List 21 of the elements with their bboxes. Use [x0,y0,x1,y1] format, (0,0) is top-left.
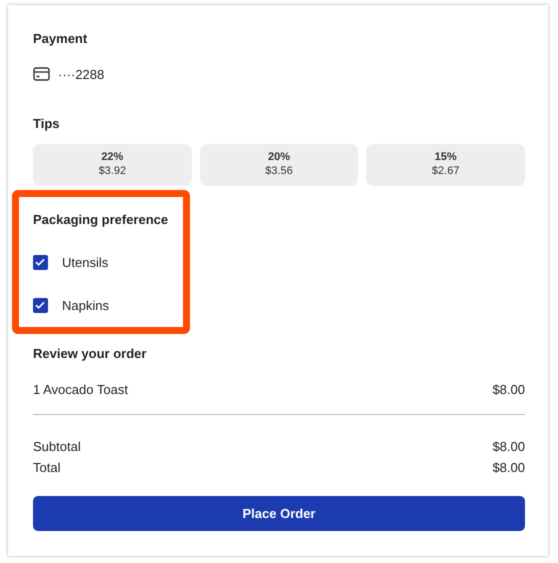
section-title: Review your order [33,345,148,363]
tip-button[interactable]: 22% $3.92 [33,144,192,186]
tip-button[interactable]: 20% $3.56 [200,144,358,186]
checkmark-icon [34,256,46,268]
checkbox-label: Utensils [62,254,108,272]
total-value: $8.00 [492,438,525,456]
section-title: Packaging preference [33,210,169,229]
checkbox-label: Napkins [62,296,109,315]
total-value: $8.00 [492,459,525,477]
checkbox[interactable] [33,255,48,270]
total-label: Subtotal [33,438,81,456]
card-number: ····2288 [58,66,104,84]
tip-button[interactable]: 15% $2.67 [366,144,526,186]
place-order-button[interactable]: Place Order [33,496,525,531]
item-price: $8.00 [492,380,525,398]
total-label: Total [33,459,60,477]
section-title: Payment [33,30,88,48]
section-title: Tips [33,115,60,133]
item-name: 1 Avocado Toast [33,380,128,398]
credit-card-icon [33,67,50,82]
checkbox[interactable] [33,298,48,313]
